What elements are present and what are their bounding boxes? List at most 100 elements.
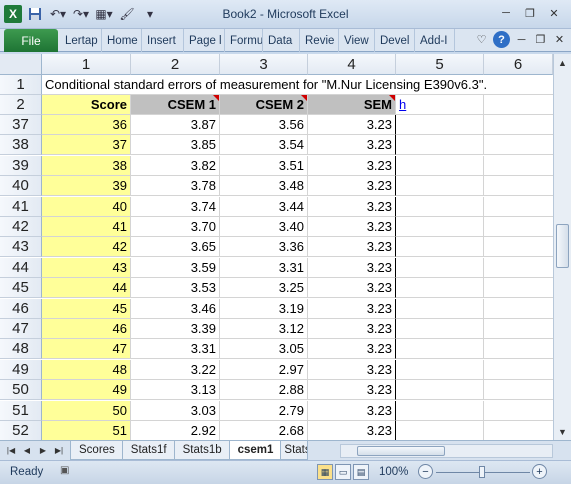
empty-cell[interactable] <box>484 380 553 400</box>
csem1-cell[interactable]: 3.74 <box>131 197 220 217</box>
row-header[interactable]: 41 <box>0 197 42 217</box>
score-cell[interactable]: 42 <box>42 237 131 257</box>
csem2-header-cell[interactable]: CSEM 2 <box>220 95 308 115</box>
sem-cell[interactable]: 3.23 <box>308 176 396 196</box>
sheet-tab-stats1b[interactable]: Stats1b <box>173 441 231 460</box>
score-cell[interactable]: 40 <box>42 197 131 217</box>
score-cell[interactable]: 38 <box>42 156 131 176</box>
sheet-title-cell[interactable]: Conditional standard errors of measureme… <box>42 75 553 95</box>
score-cell[interactable]: 51 <box>42 421 131 440</box>
csem2-cell[interactable]: 3.48 <box>220 176 308 196</box>
score-cell[interactable]: 44 <box>42 278 131 298</box>
sem-cell[interactable]: 3.23 <box>308 360 396 380</box>
row-header[interactable]: 45 <box>0 278 42 298</box>
zoom-level[interactable]: 100% <box>379 466 408 478</box>
empty-cell[interactable] <box>484 278 553 298</box>
tab-view[interactable]: View <box>339 29 375 52</box>
row-header[interactable]: 51 <box>0 401 42 421</box>
sem-cell[interactable]: 3.23 <box>308 217 396 237</box>
score-cell[interactable]: 50 <box>42 401 131 421</box>
sem-cell[interactable]: 3.23 <box>308 115 396 135</box>
csem2-cell[interactable]: 3.44 <box>220 197 308 217</box>
empty-cell[interactable] <box>484 299 553 319</box>
normal-view-icon[interactable]: ▦ <box>317 464 333 480</box>
csem1-cell[interactable]: 3.70 <box>131 217 220 237</box>
sem-cell[interactable]: 3.23 <box>308 380 396 400</box>
empty-cell[interactable] <box>396 197 484 217</box>
tab-developer[interactable]: Devel <box>375 29 415 52</box>
row-header[interactable]: 37 <box>0 115 42 135</box>
row-header-1[interactable]: 1 <box>0 75 42 95</box>
csem1-cell[interactable]: 2.92 <box>131 421 220 440</box>
score-cell[interactable]: 37 <box>42 135 131 155</box>
sem-cell[interactable]: 3.23 <box>308 421 396 440</box>
score-cell[interactable]: 47 <box>42 339 131 359</box>
csem2-cell[interactable]: 3.40 <box>220 217 308 237</box>
empty-cell[interactable] <box>396 237 484 257</box>
column-header-4[interactable]: 4 <box>308 54 396 75</box>
file-tab[interactable]: File <box>4 29 58 52</box>
column-header-1[interactable]: 1 <box>42 54 131 75</box>
row-header[interactable]: 48 <box>0 339 42 359</box>
workbook-minimize-icon[interactable]: ─ <box>514 34 529 46</box>
csem2-cell[interactable]: 2.88 <box>220 380 308 400</box>
csem1-cell[interactable]: 3.22 <box>131 360 220 380</box>
empty-cell[interactable] <box>396 278 484 298</box>
horizontal-scrollbar[interactable] <box>340 444 553 458</box>
empty-cell[interactable] <box>484 176 553 196</box>
sem-cell[interactable]: 3.23 <box>308 319 396 339</box>
score-cell[interactable]: 36 <box>42 115 131 135</box>
csem2-cell[interactable]: 3.25 <box>220 278 308 298</box>
sem-header-cell[interactable]: SEM <box>308 95 396 115</box>
csem2-cell[interactable]: 3.19 <box>220 299 308 319</box>
restore-icon[interactable]: ❐ <box>519 4 541 22</box>
first-sheet-icon[interactable]: |◀ <box>4 443 18 458</box>
prev-sheet-icon[interactable]: ◀ <box>20 443 34 458</box>
tab-data[interactable]: Data <box>263 29 300 52</box>
csem1-cell[interactable]: 3.87 <box>131 115 220 135</box>
sem-cell[interactable]: 3.23 <box>308 401 396 421</box>
sem-cell[interactable]: 3.23 <box>308 197 396 217</box>
column-header-6[interactable]: 6 <box>484 54 553 75</box>
csem1-cell[interactable]: 3.65 <box>131 237 220 257</box>
sem-cell[interactable]: 3.23 <box>308 156 396 176</box>
score-cell[interactable]: 45 <box>42 299 131 319</box>
tab-formulas[interactable]: Formu <box>225 29 263 52</box>
sem-cell[interactable]: 3.23 <box>308 237 396 257</box>
page-layout-view-icon[interactable]: ▭ <box>335 464 351 480</box>
row-header[interactable]: 42 <box>0 217 42 237</box>
score-cell[interactable]: 49 <box>42 380 131 400</box>
csem1-cell[interactable]: 3.13 <box>131 380 220 400</box>
sem-cell[interactable]: 3.23 <box>308 278 396 298</box>
tab-review[interactable]: Revie <box>300 29 339 52</box>
worksheet-grid[interactable]: 1 2 3 4 5 6 1 Conditional standard error… <box>0 54 553 440</box>
next-sheet-icon[interactable]: ▶ <box>36 443 50 458</box>
empty-cell[interactable] <box>484 217 553 237</box>
csem2-cell[interactable]: 3.31 <box>220 258 308 278</box>
row-header[interactable]: 46 <box>0 299 42 319</box>
link-cell[interactable]: h <box>396 95 484 115</box>
csem2-cell[interactable]: 3.12 <box>220 319 308 339</box>
row-header[interactable]: 50 <box>0 380 42 400</box>
row-header[interactable]: 38 <box>0 135 42 155</box>
row-header[interactable]: 47 <box>0 319 42 339</box>
empty-cell[interactable] <box>484 237 553 257</box>
minimize-ribbon-icon[interactable]: ♡ <box>474 33 489 46</box>
vertical-scrollbar[interactable]: ▲ ▼ <box>553 54 571 440</box>
empty-cell[interactable] <box>396 380 484 400</box>
score-cell[interactable]: 41 <box>42 217 131 237</box>
hyperlink[interactable]: h <box>399 97 406 112</box>
score-cell[interactable]: 48 <box>42 360 131 380</box>
horizontal-scroll-thumb[interactable] <box>357 446 445 456</box>
empty-cell[interactable] <box>396 217 484 237</box>
empty-cell[interactable] <box>396 176 484 196</box>
csem1-cell[interactable]: 3.03 <box>131 401 220 421</box>
csem1-cell[interactable]: 3.53 <box>131 278 220 298</box>
score-header-cell[interactable]: Score <box>42 95 131 115</box>
select-all-corner[interactable] <box>0 54 42 75</box>
csem2-cell[interactable]: 3.56 <box>220 115 308 135</box>
last-sheet-icon[interactable]: ▶| <box>52 443 66 458</box>
column-header-2[interactable]: 2 <box>131 54 220 75</box>
csem1-cell[interactable]: 3.59 <box>131 258 220 278</box>
workbook-restore-icon[interactable]: ❐ <box>533 33 548 46</box>
